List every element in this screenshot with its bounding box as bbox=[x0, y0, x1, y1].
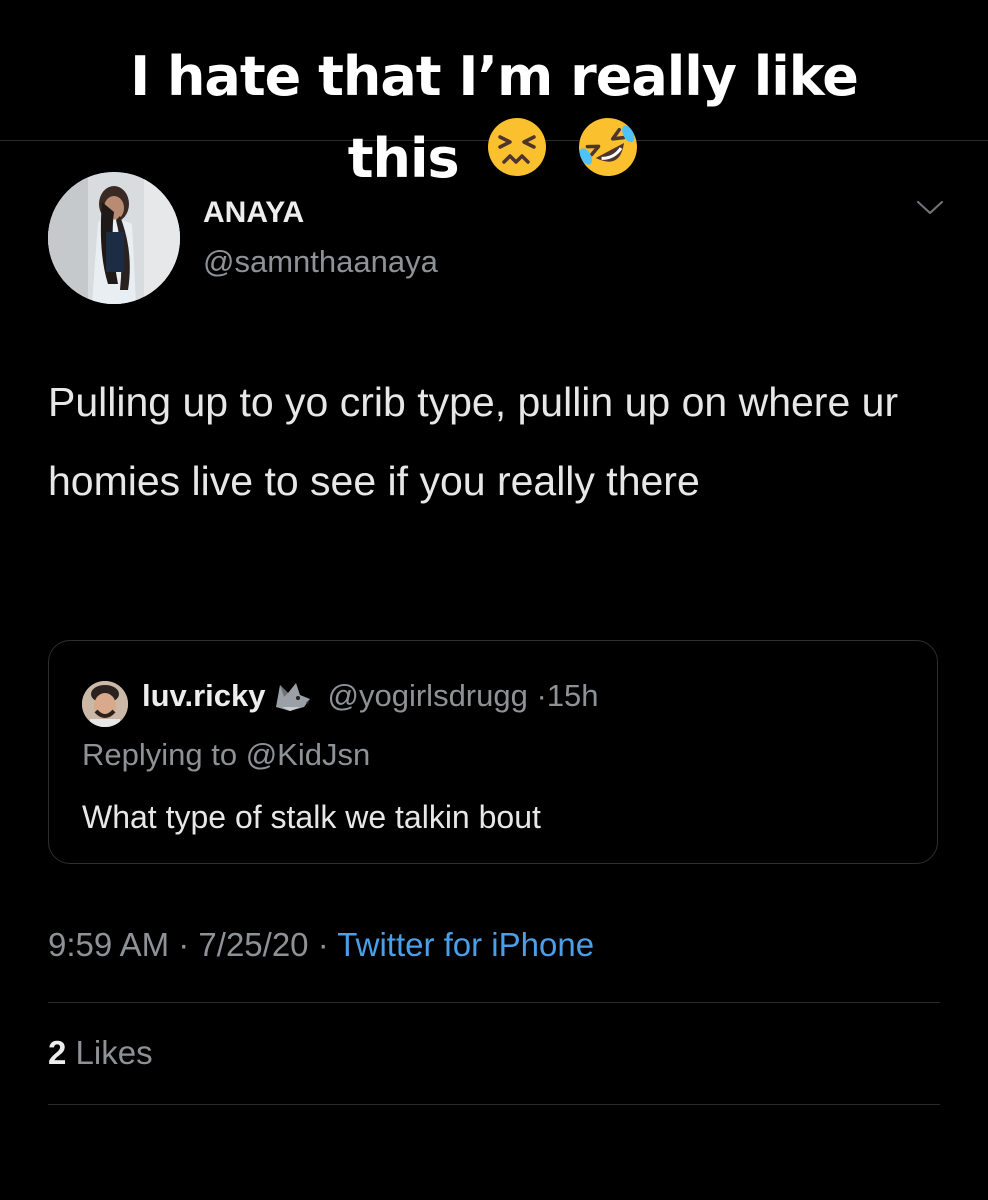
rolling-on-floor-laughing-emoji bbox=[576, 115, 640, 202]
meta-separator-dot: · bbox=[178, 926, 190, 963]
caption-line-2-row: this bbox=[0, 115, 988, 202]
meta-separator-dot: · bbox=[317, 926, 329, 963]
caption-line-1: I hate that I’m really like bbox=[130, 45, 859, 108]
replying-to[interactable]: Replying to @KidJsn bbox=[82, 737, 370, 773]
likes-count: 2 bbox=[48, 1034, 67, 1071]
quoted-display-name[interactable]: luv.ricky bbox=[142, 678, 266, 714]
likes-label: Likes bbox=[75, 1034, 153, 1071]
likes-link[interactable]: 2 Likes bbox=[48, 1034, 153, 1072]
tweet-meta: 9:59 AM · 7/25/20 · Twitter for iPhone bbox=[48, 926, 594, 964]
author-handle[interactable]: @samnthaanaya bbox=[203, 244, 438, 280]
quoted-handle[interactable]: @yogirlsdrugg bbox=[328, 678, 528, 713]
wolf-emoji bbox=[270, 677, 314, 715]
meta-divider bbox=[48, 1002, 940, 1003]
meme-caption: I hate that I’m really like this bbox=[0, 36, 988, 202]
confounded-face-emoji bbox=[486, 116, 548, 201]
quoted-avatar[interactable] bbox=[82, 681, 128, 727]
quoted-text: What type of stalk we talkin bout bbox=[82, 799, 541, 835]
tweet-time: 9:59 AM bbox=[48, 926, 170, 963]
quoted-age: 15h bbox=[546, 678, 599, 713]
tweet-text: Pulling up to yo crib type, pullin up on… bbox=[48, 379, 899, 504]
caption-line-2: this bbox=[347, 127, 460, 190]
quoted-tweet-card[interactable]: luv.ricky @yogirlsdrugg ·15h Replying to… bbox=[48, 640, 938, 864]
quoted-separator-dot: · bbox=[536, 678, 547, 713]
likes-divider bbox=[48, 1104, 940, 1105]
quoted-name-row: luv.ricky @yogirlsdrugg ·15h bbox=[142, 677, 599, 715]
quoted-handle-row: @yogirlsdrugg ·15h bbox=[328, 678, 599, 714]
tweet-date: 7/25/20 bbox=[198, 926, 309, 963]
tweet-source-link[interactable]: Twitter for iPhone bbox=[337, 926, 594, 963]
